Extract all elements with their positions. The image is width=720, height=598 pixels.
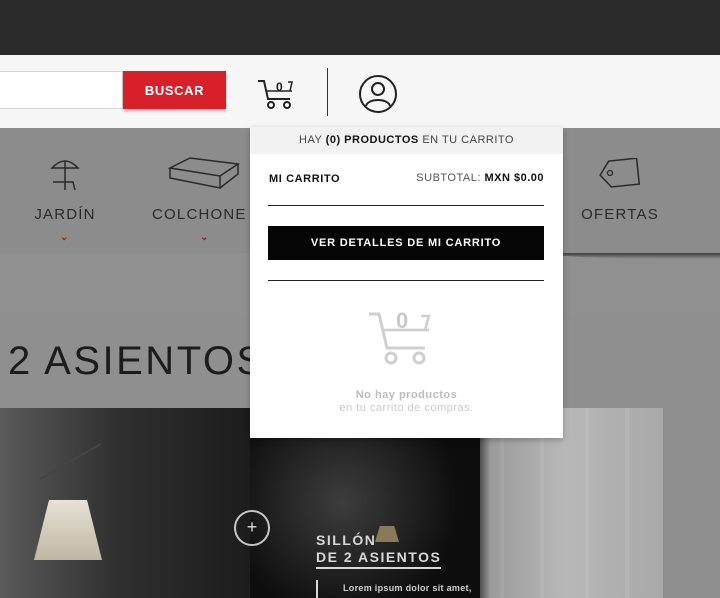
search-button[interactable]: BUSCAR xyxy=(123,71,226,109)
section-title: 2 ASIENTOS xyxy=(8,339,266,383)
header-divider xyxy=(327,68,328,116)
account-button[interactable] xyxy=(358,74,398,114)
umbrella-icon xyxy=(50,160,80,191)
window-scene xyxy=(250,438,480,598)
subtotal-value: MXN $0.00 xyxy=(484,172,544,184)
site-header: BUSCAR 0 xyxy=(0,55,720,128)
cart-dropdown: HAY (0) PRODUCTOS EN TU CARRITO MI CARRI… xyxy=(250,127,563,438)
product-title-line2: DE 2 ASIENTOS xyxy=(316,549,442,569)
search-input[interactable] xyxy=(0,71,123,109)
divider xyxy=(268,205,544,206)
user-icon xyxy=(359,75,397,113)
tag-icon xyxy=(599,158,641,188)
top-bar xyxy=(0,0,720,55)
category-label: OFERTAS xyxy=(581,206,659,223)
curtain-fold xyxy=(625,408,629,598)
chevron-down-icon: ⌄ xyxy=(60,232,69,243)
cart-head-count: (0) PRODUCTOS xyxy=(325,134,419,146)
product-title-line1: SILLÓN xyxy=(316,532,377,548)
empty-cart-submessage: en tu carrito de compras. xyxy=(339,402,474,414)
cart-count-badge: 0 xyxy=(276,80,283,94)
category-item-ofertas[interactable]: OFERTAS xyxy=(575,128,665,253)
cart-dropdown-header: HAY (0) PRODUCTOS EN TU CARRITO xyxy=(250,127,563,154)
my-cart-label: MI CARRITO xyxy=(269,173,341,185)
category-label: JARDÍN xyxy=(34,206,96,223)
lamp-arm xyxy=(39,443,102,480)
plus-hotspot-button[interactable]: + xyxy=(234,510,270,546)
product-description: Lorem ipsum dolor sit amet, xyxy=(343,583,472,593)
subtotal: SUBTOTAL: MXN $0.00 xyxy=(416,172,544,184)
category-item-jardin[interactable]: JARDÍN ⌄ xyxy=(25,128,105,253)
empty-cart-count: 0 xyxy=(396,308,409,333)
divider xyxy=(268,280,544,281)
subtotal-label: SUBTOTAL: xyxy=(416,172,481,184)
cart-button[interactable]: 0 xyxy=(256,77,296,111)
product-title[interactable]: SILLÓN DE 2 ASIENTOS xyxy=(316,532,442,569)
cart-head-prefix: HAY xyxy=(299,134,323,146)
lamp-shade xyxy=(34,500,102,560)
empty-cart-message: No hay productos xyxy=(355,389,458,401)
view-cart-details-button[interactable]: VER DETALLES DE MI CARRITO xyxy=(268,226,544,260)
mattress-icon xyxy=(168,157,240,189)
description-bar xyxy=(316,580,318,598)
curtain-fold xyxy=(585,408,589,598)
category-label: COLCHONE xyxy=(152,206,247,223)
chevron-down-icon: ⌄ xyxy=(200,232,209,243)
category-item-colchones[interactable]: COLCHONE ⌄ xyxy=(150,128,260,253)
cart-head-suffix: EN TU CARRITO xyxy=(422,134,514,146)
